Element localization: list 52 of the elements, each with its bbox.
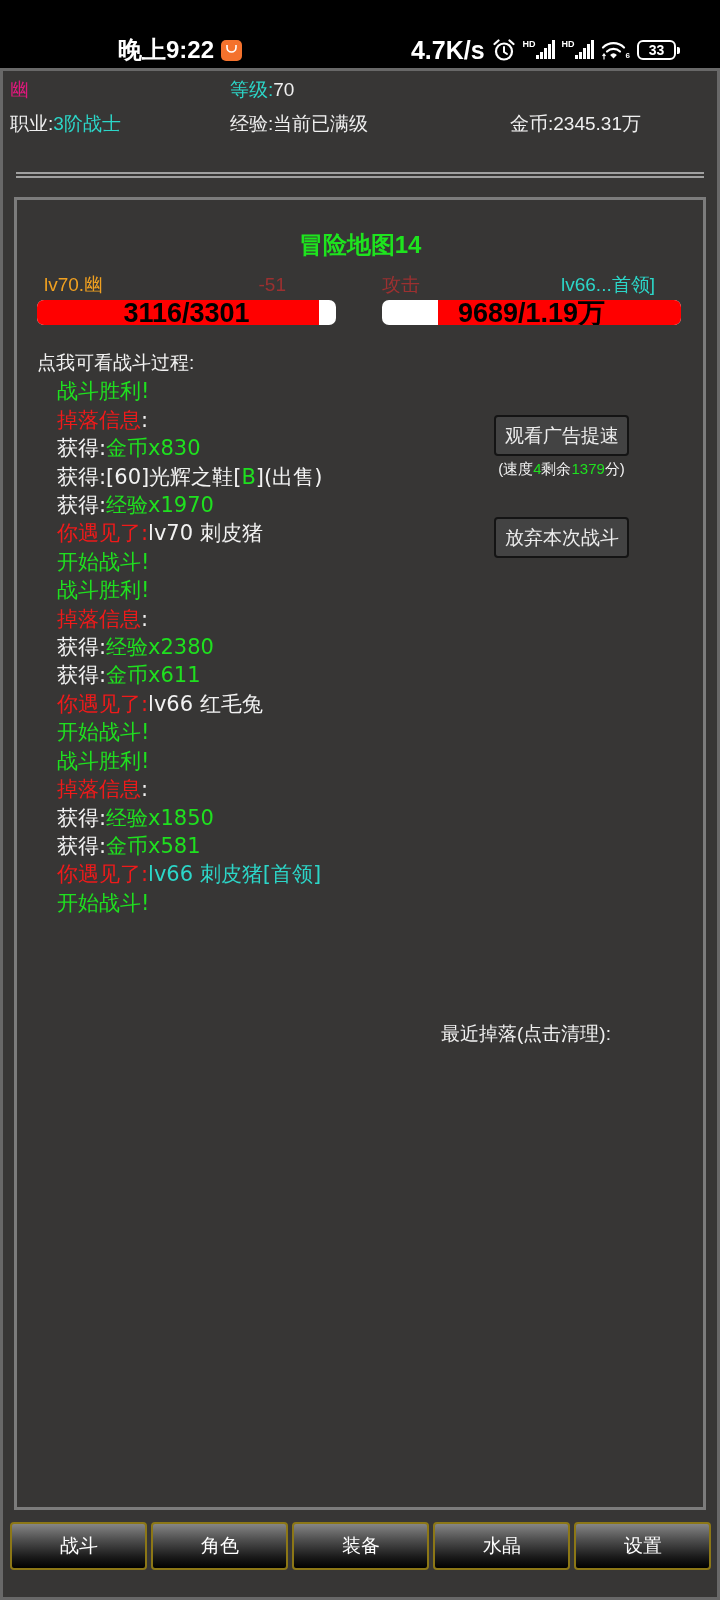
battle-log-line: 你遇见了:lv70 刺皮猪 [57,520,263,548]
experience-stat: 经验:当前已满级 [230,112,369,136]
damage-number: -51 [258,274,286,296]
watch-ad-speedup-button[interactable]: 观看广告提速 [494,415,629,456]
battle-log-line: 战斗胜利! [57,577,150,605]
map-title: 冒险地图14 [298,230,422,260]
battle-log-line: 获得:[60]光辉之鞋[B](出售) [57,463,323,491]
level-stat: 等级:70 [230,78,295,102]
battle-log-line: 获得:金币x830 [57,435,201,463]
battle-log-line: 掉落信息: [57,605,149,633]
class-stat: 职业:3阶战士 [10,112,121,136]
recent-drops-label[interactable]: 最近掉落(点击清理): [441,1022,611,1047]
battle-log-line: 开始战斗! [57,719,150,747]
network-type-label: HD [561,40,575,49]
wifi-icon [600,40,626,60]
battle-log-line: 获得:经验x1970 [57,492,214,520]
network-type-label: HD [522,40,536,49]
battle-log-line: 你遇见了:lv66 刺皮猪[首领] [57,861,322,889]
speed-note: (速度4剩余1379分) [498,460,625,478]
battle-log-line: 开始战斗! [57,889,150,917]
battle-log-line: 掉落信息: [57,776,149,804]
nav-tab[interactable]: 装备 [292,1522,429,1570]
app-icon [221,39,243,61]
battle-log-line: 战斗胜利! [57,747,150,775]
battle-log-line: 获得:经验x2380 [57,634,214,662]
coin-balance: 金币:2345.31万 [510,112,641,136]
nav-tab[interactable]: 设置 [574,1522,711,1570]
hp-reading: 9689/1.19万 [457,300,606,325]
status-time: 晚上9:22 [118,36,215,64]
battle-log-line: 获得:经验x1850 [57,804,214,832]
battery-indicator: 33 [637,40,680,60]
nav-tab[interactable]: 战斗 [10,1522,147,1570]
battle-log-line: 开始战斗! [57,548,150,576]
wifi-standard-label: 6 [625,51,630,60]
hp-reading: 3116/3301 [123,300,250,325]
battle-log-line: 你遇见了:lv66 红毛兔 [57,690,263,718]
battle-log-line: 获得:金币x581 [57,832,201,860]
player-label: lv70.幽 [44,274,104,296]
battle-log-line: 获得:金币x611 [57,662,201,690]
battle-log-line: 战斗胜利! [57,378,150,406]
alarm-clock-icon [491,38,516,62]
enemy-action-label: 攻击 [382,274,420,296]
view-battle-log-link[interactable]: 点我可看战斗过程: [37,349,195,378]
network-speed: 4.7K/s [410,36,485,64]
nav-tab[interactable]: 角色 [151,1522,288,1570]
battle-log-line: 掉落信息: [57,406,149,434]
quit-battle-button[interactable]: 放弃本次战斗 [494,517,629,558]
signal-icon [574,40,594,59]
signal-icon [535,40,555,59]
nav-tab[interactable]: 水晶 [433,1522,570,1570]
player-name: 幽 [10,78,29,102]
enemy-label: lv66...首领] [561,274,655,296]
